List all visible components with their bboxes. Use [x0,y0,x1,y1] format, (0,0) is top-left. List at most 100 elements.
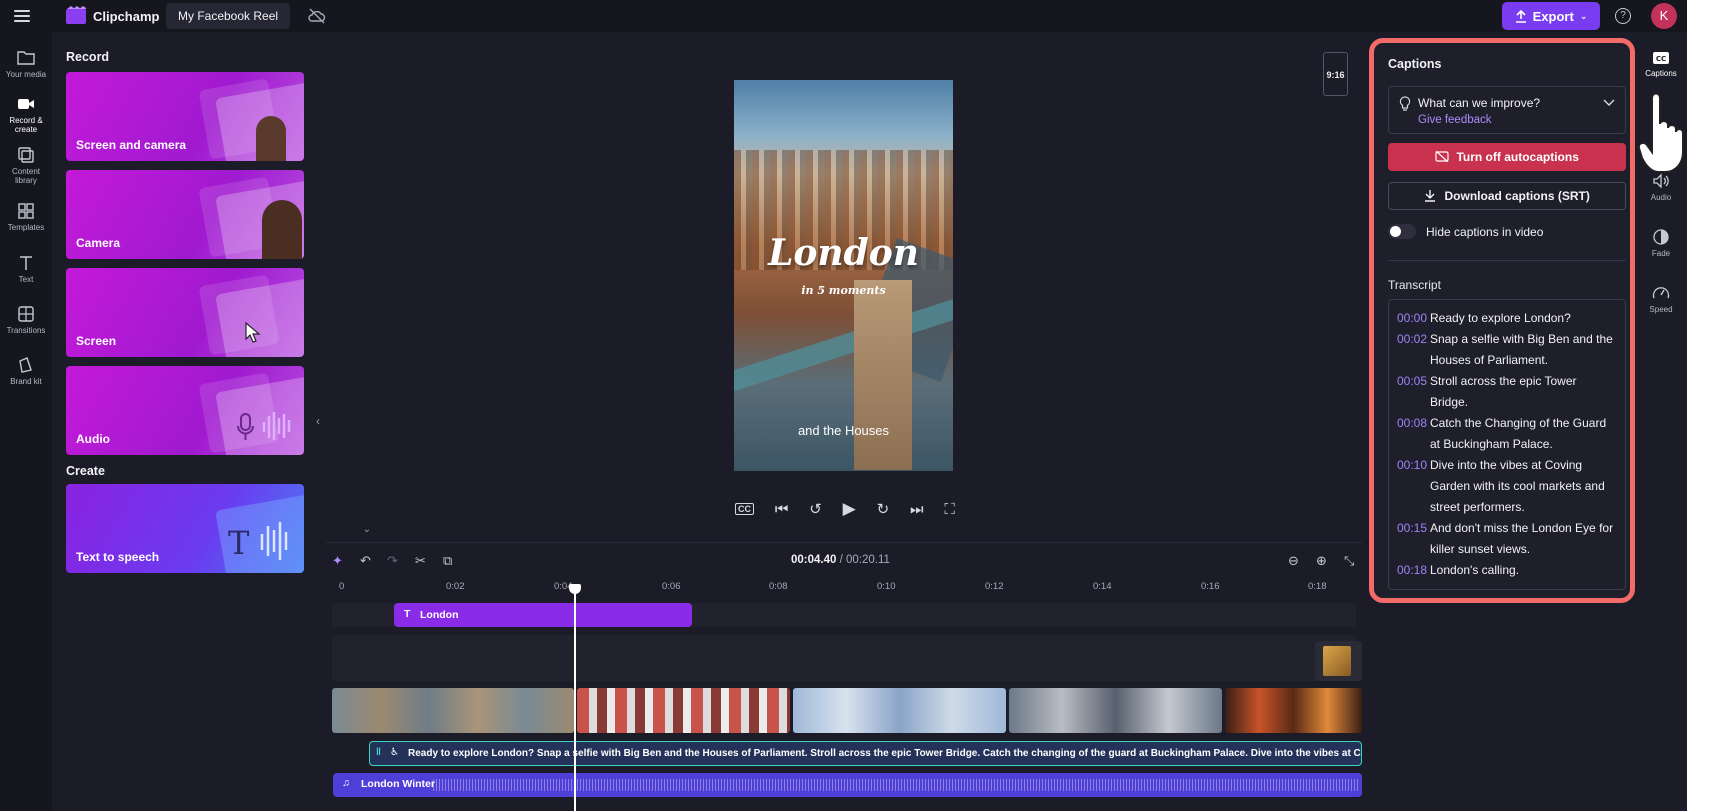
tab-speed[interactable]: Speed [1635,284,1687,314]
audio-clip[interactable]: ♫ London Winter [333,773,1362,797]
undo-icon[interactable]: ↶ [360,553,371,569]
text-to-speech-icon: T [228,522,288,562]
screen-and-camera-card[interactable]: Screen and camera [66,72,304,161]
captions-panel-title: Captions [1388,57,1442,71]
hide-captions-label: Hide captions in video [1426,225,1544,239]
skip-to-end-icon[interactable]: ⏭ [910,501,924,518]
download-captions-button[interactable]: Download captions (SRT) [1388,182,1626,210]
delete-clip-icon[interactable]: ⧉ [443,553,452,569]
ruler-tick: 0:02 [446,581,465,592]
magic-sparkle-icon[interactable]: ✦ [332,553,343,569]
camera-card[interactable]: Camera [66,170,304,259]
video-preview[interactable]: London in 5 moments and the Houses [734,80,953,471]
ruler-tick: 0:14 [1093,581,1112,592]
redo-icon[interactable]: ↷ [387,553,398,569]
video-clip[interactable] [332,688,574,733]
presenter-thumbnail [262,200,302,259]
hand-pointer-icon [1638,92,1684,173]
export-button[interactable]: Export ⌄ [1502,2,1600,30]
transcript-line[interactable]: 00:05 Stroll across the epic Tower Bridge… [1397,371,1617,413]
transcript-line[interactable]: 00:18 London's calling. [1397,560,1617,581]
captions-toggle-icon[interactable]: CC [735,503,754,515]
fade-icon [1653,229,1669,245]
text-icon [20,256,32,270]
timeline-toolbar: ✦ ↶ ↷ ✂ ⧉ 00:04.40 / 00:20.11 ⊖ ⊕ ⤡ [326,543,1362,577]
screen-card[interactable]: Screen [66,268,304,357]
transcript-line[interactable]: 00:10 Dive into the vibes at Coving Garde… [1397,455,1617,518]
top-bar: Clipchamp My Facebook Reel Export ⌄ ? K [0,0,1687,32]
video-clip[interactable] [1009,688,1222,733]
fit-timeline-icon[interactable]: ⤡ [1344,553,1354,569]
app-name: Clipchamp [93,9,160,24]
turn-off-autocaptions-button[interactable]: Turn off autocaptions [1388,143,1626,171]
preview-title-overlay: London [768,232,919,274]
hide-captions-toggle[interactable] [1388,224,1416,239]
autocaptions-clip[interactable]: ‖ ♿ Ready to explore London? Snap a self… [369,741,1362,766]
presenter-thumbnail [256,116,286,161]
video-clip[interactable] [1225,688,1362,733]
upload-icon [1515,9,1526,23]
feedback-box[interactable]: What can we improve? Give feedback [1388,86,1626,134]
forward-5-icon[interactable]: ↻ [877,500,890,518]
nav-brand-kit[interactable]: Brand kit [0,356,52,386]
speedometer-icon [1652,287,1670,299]
transcript-line[interactable]: 00:00 Ready to explore London? [1397,308,1617,329]
menu-icon[interactable] [14,7,32,25]
help-icon[interactable]: ? [1615,8,1631,24]
drag-handle-icon[interactable]: ‖ [376,747,381,758]
transitions-icon [18,306,34,322]
aspect-ratio-button[interactable]: 9:16 [1323,52,1348,96]
video-clip[interactable] [577,688,790,733]
folder-icon [17,51,35,65]
playhead[interactable] [574,588,576,811]
sticker-clip[interactable] [1315,641,1362,681]
transcript-line[interactable]: 00:08 Catch the Changing of the Guard at … [1397,413,1617,455]
collapse-panel-chevron-icon[interactable]: ‹ [316,414,326,454]
ruler-tick: 0:16 [1201,581,1220,592]
give-feedback-link[interactable]: Give feedback [1418,114,1492,126]
avatar[interactable]: K [1651,3,1677,29]
nav-your-media[interactable]: Your media [0,49,52,79]
record-heading: Record [66,50,110,64]
nav-templates[interactable]: Templates [0,202,52,232]
skip-to-start-icon[interactable]: ⏮ [775,501,789,518]
tab-captions[interactable]: CC Captions [1635,50,1687,78]
captions-panel: Captions What can we improve? Give feedb… [1369,38,1635,603]
play-icon[interactable]: ▶ [843,499,856,519]
chevron-down-icon[interactable] [1603,99,1615,107]
feedback-question: What can we improve? [1418,96,1541,110]
project-title[interactable]: My Facebook Reel [166,3,291,29]
transcript-line[interactable]: 00:02 Snap a selfie with Big Ben and the … [1397,329,1617,371]
text-to-speech-card[interactable]: T Text to speech [66,484,304,573]
svg-text:CC: CC [1656,55,1666,63]
player-controls: CC ⏮ ↺ ▶ ↻ ⏭ ⛶ [735,498,955,520]
split-scissors-icon[interactable]: ✂ [415,553,426,569]
zoom-out-icon[interactable]: ⊖ [1288,553,1299,569]
mouse-pointer-icon [245,322,261,343]
left-nav-rail: Your media Record & create Content libra… [0,32,52,811]
nav-content-library[interactable]: Content library [0,146,52,185]
zoom-in-icon[interactable]: ⊕ [1316,553,1327,569]
rewind-5-icon[interactable]: ↺ [809,500,822,518]
nav-transitions[interactable]: Transitions [0,305,52,335]
expand-timeline-chevron-icon[interactable]: ⌄ [353,524,381,540]
transcript-list: 00:00 Ready to explore London? 00:02 Snap … [1388,299,1626,590]
export-label: Export [1532,8,1574,24]
text-clip[interactable]: T London [394,603,692,627]
nav-text[interactable]: Text [0,254,52,284]
video-clip[interactable] [793,688,1006,733]
tab-fade[interactable]: Fade [1635,228,1687,258]
nav-record-create[interactable]: Record & create [0,95,52,134]
text-icon: T [404,608,411,620]
audio-card[interactable]: Audio [66,366,304,455]
captions-icon: CC [1653,52,1669,64]
time-ruler[interactable]: 0 0:02 0:04 0:06 0:08 0:10 0:12 0:14 0:1… [326,581,1362,597]
cloud-off-icon[interactable] [308,8,326,24]
music-note-icon: ♫ [342,777,350,789]
fullscreen-icon[interactable]: ⛶ [944,501,955,518]
create-heading: Create [66,464,105,478]
tab-audio[interactable]: Audio [1635,172,1687,202]
download-icon [1425,190,1436,202]
transcript-line[interactable]: 00:15 And don't miss the London Eye for k… [1397,518,1617,560]
clipchamp-app: Clipchamp My Facebook Reel Export ⌄ ? K … [0,0,1687,811]
